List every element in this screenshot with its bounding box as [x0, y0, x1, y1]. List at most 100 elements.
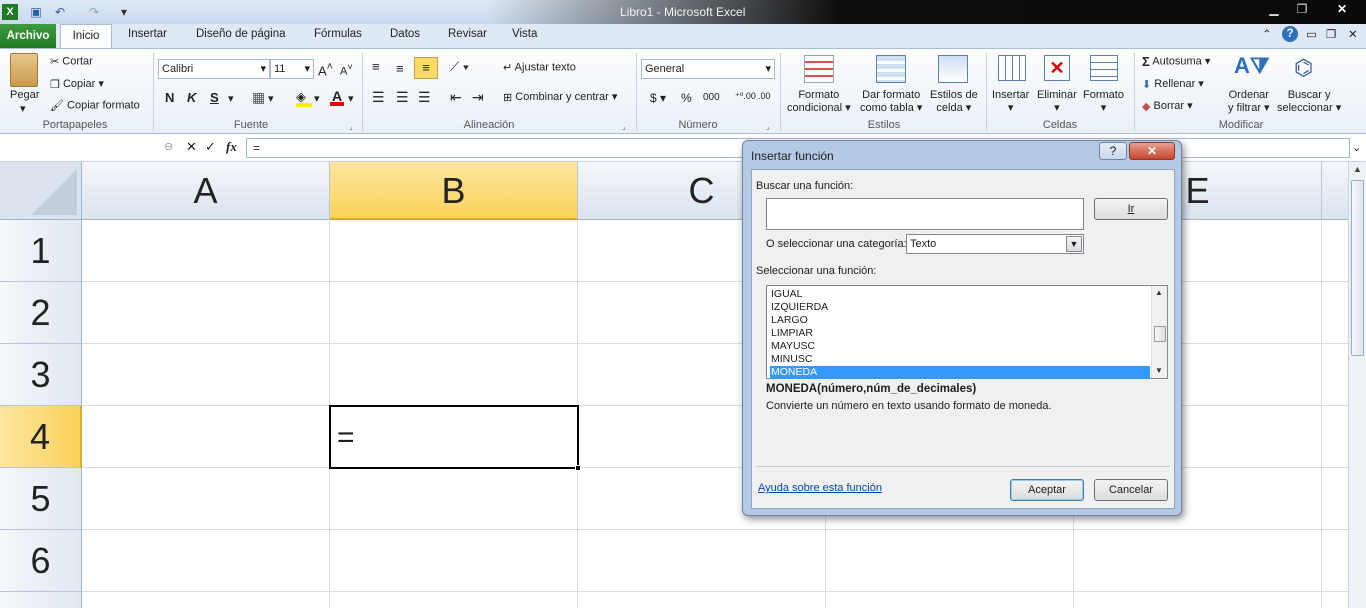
column-header-partial[interactable]	[1322, 162, 1348, 220]
close-window-button[interactable]: ✕	[1322, 1, 1362, 19]
currency-button[interactable]: $ ▾	[650, 91, 666, 105]
active-cell-b4[interactable]: =	[329, 405, 581, 471]
row-header-4[interactable]: 4	[0, 406, 82, 468]
increase-decimal-icon[interactable]: ⁺⁰.00	[735, 91, 756, 102]
bold-button[interactable]: N	[165, 90, 174, 105]
row-header-1[interactable]: 1	[0, 220, 82, 282]
help-icon[interactable]: ?	[1282, 26, 1298, 42]
align-top-icon[interactable]: ≡	[372, 59, 380, 74]
chevron-down-icon[interactable]: ▼	[1066, 236, 1082, 252]
underline-button[interactable]: S	[210, 90, 219, 105]
customize-quick-access-icon[interactable]: ▾	[116, 4, 132, 20]
confirm-entry-icon[interactable]: ✓	[205, 139, 216, 155]
row-header-5[interactable]: 5	[0, 468, 82, 530]
list-item[interactable]: LIMPIAR	[770, 327, 1150, 340]
insert-cells-button[interactable]: Insertar ▾	[992, 89, 1029, 115]
format-cells-button[interactable]: Formato ▾	[1083, 89, 1124, 115]
list-item[interactable]: LARGO	[770, 314, 1150, 327]
tab-vista[interactable]: Vista	[512, 28, 537, 40]
align-bottom-icon[interactable]: ≡	[414, 57, 438, 79]
tab-diseno-pagina[interactable]: Diseño de página	[196, 28, 286, 40]
tab-datos[interactable]: Datos	[390, 28, 420, 40]
category-select[interactable]: Texto ▼	[906, 234, 1084, 254]
list-item[interactable]: MINUSC	[770, 353, 1150, 366]
font-name-combo[interactable]: Calibri ▾	[158, 59, 270, 79]
fill-color-dropdown-icon[interactable]: ▾	[314, 92, 320, 105]
row-header-2[interactable]: 2	[0, 282, 82, 344]
italic-button[interactable]: K	[187, 90, 196, 105]
delete-cells-icon[interactable]: ✕	[1044, 55, 1070, 81]
fill-color-icon[interactable]: ◈	[296, 89, 312, 107]
sort-filter-button[interactable]: Ordenar y filtrar ▾	[1228, 89, 1270, 115]
tab-insertar[interactable]: Insertar	[128, 28, 167, 40]
align-center-icon[interactable]: ☰	[396, 89, 409, 106]
cut-button[interactable]: ✂ Cortar	[50, 55, 93, 68]
cancel-button[interactable]: Cancelar	[1094, 479, 1168, 501]
redo-icon[interactable]: ↷	[86, 4, 102, 20]
font-dialog-launcher-icon[interactable]: ⌟	[349, 122, 353, 131]
function-list[interactable]: IGUAL IZQUIERDA LARGO LIMPIAR MAYUSC MIN…	[766, 285, 1168, 379]
list-item-selected[interactable]: MONEDA	[770, 366, 1150, 379]
undo-icon[interactable]: ↶	[52, 4, 68, 20]
select-all-corner[interactable]	[0, 162, 82, 220]
help-on-function-link[interactable]: Ayuda sobre esta función	[758, 482, 882, 494]
column-header-a[interactable]: A	[82, 162, 330, 220]
row-header-3[interactable]: 3	[0, 344, 82, 406]
list-item[interactable]: IGUAL	[770, 288, 1150, 301]
format-as-table-button[interactable]: Dar formato como tabla ▾	[860, 89, 922, 115]
increase-indent-icon[interactable]: ⇥	[472, 89, 484, 106]
list-item[interactable]: IZQUIERDA	[770, 301, 1150, 314]
workbook-close-icon[interactable]: ✕	[1348, 27, 1358, 41]
format-cells-icon[interactable]	[1090, 55, 1118, 81]
workbook-minimize-icon[interactable]: ▭	[1306, 27, 1317, 41]
autosum-button[interactable]: Σ Autosuma ▾	[1142, 54, 1210, 69]
minimize-button[interactable]: ▁	[1262, 1, 1286, 19]
dialog-close-button[interactable]: ✕	[1129, 142, 1175, 160]
row-header-6[interactable]: 6	[0, 530, 82, 592]
borders-dropdown-icon[interactable]: ▾	[268, 92, 274, 105]
format-as-table-icon[interactable]	[876, 55, 906, 83]
number-format-combo[interactable]: General ▾	[641, 59, 775, 79]
row-header-partial[interactable]	[0, 592, 82, 608]
decrease-decimal-icon[interactable]: .00	[758, 91, 771, 101]
ribbon-collapse-icon[interactable]: ⌃	[1262, 27, 1272, 41]
ok-button[interactable]: Aceptar	[1010, 479, 1084, 501]
insert-function-button[interactable]: fx	[226, 139, 237, 155]
paste-icon[interactable]	[10, 53, 38, 87]
scroll-up-arrow-icon[interactable]: ▲	[1155, 288, 1163, 297]
font-color-dropdown-icon[interactable]: ▾	[348, 92, 354, 105]
expand-formula-bar-icon[interactable]: ⌄	[1352, 141, 1361, 154]
function-list-thumb[interactable]	[1154, 326, 1166, 342]
conditional-format-icon[interactable]	[804, 55, 834, 83]
shrink-font-button[interactable]: A˅	[340, 62, 353, 78]
fill-button[interactable]: ⬇ Rellenar ▾	[1142, 77, 1204, 91]
vertical-scrollbar[interactable]: ▲	[1348, 162, 1366, 608]
merge-center-button[interactable]: ⊞ Combinar y centrar ▾	[503, 90, 617, 104]
paste-dropdown-icon[interactable]: ▾	[20, 102, 26, 115]
align-left-icon[interactable]: ☰	[372, 89, 385, 106]
percent-button[interactable]: %	[681, 91, 692, 105]
format-painter-button[interactable]: 🖌 Copiar formato	[50, 99, 140, 112]
copy-button[interactable]: ❐ Copiar ▾	[50, 77, 104, 91]
workbook-restore-icon[interactable]: ❐	[1326, 27, 1336, 41]
orientation-icon[interactable]: ⟋ ▾	[450, 59, 469, 75]
tab-archivo[interactable]: Archivo	[0, 24, 56, 48]
scroll-down-arrow-icon[interactable]: ▼	[1155, 366, 1163, 375]
restore-button[interactable]: ❐	[1290, 1, 1314, 19]
column-header-b[interactable]: B	[330, 162, 578, 220]
save-icon[interactable]: ▣	[28, 4, 44, 20]
wrap-text-button[interactable]: ↵ Ajustar texto	[503, 61, 576, 74]
underline-dropdown-icon[interactable]: ▾	[228, 92, 234, 105]
scrollbar-thumb[interactable]	[1351, 180, 1364, 356]
paste-button[interactable]: Pegar	[10, 89, 39, 101]
sort-filter-icon[interactable]: A⧩	[1234, 53, 1270, 79]
delete-cells-button[interactable]: Eliminar ▾	[1037, 89, 1077, 115]
decrease-indent-icon[interactable]: ⇤	[450, 89, 462, 106]
go-button[interactable]: Ir	[1094, 198, 1168, 220]
clear-button[interactable]: ◆ Borrar ▾	[1142, 99, 1193, 113]
cell-styles-button[interactable]: Estilos de celda ▾	[930, 89, 978, 115]
tab-revisar[interactable]: Revisar	[448, 28, 487, 40]
conditional-format-button[interactable]: Formato condicional ▾	[787, 89, 851, 115]
grow-font-button[interactable]: A˄	[318, 61, 333, 78]
align-middle-icon[interactable]: ≡	[396, 61, 404, 76]
